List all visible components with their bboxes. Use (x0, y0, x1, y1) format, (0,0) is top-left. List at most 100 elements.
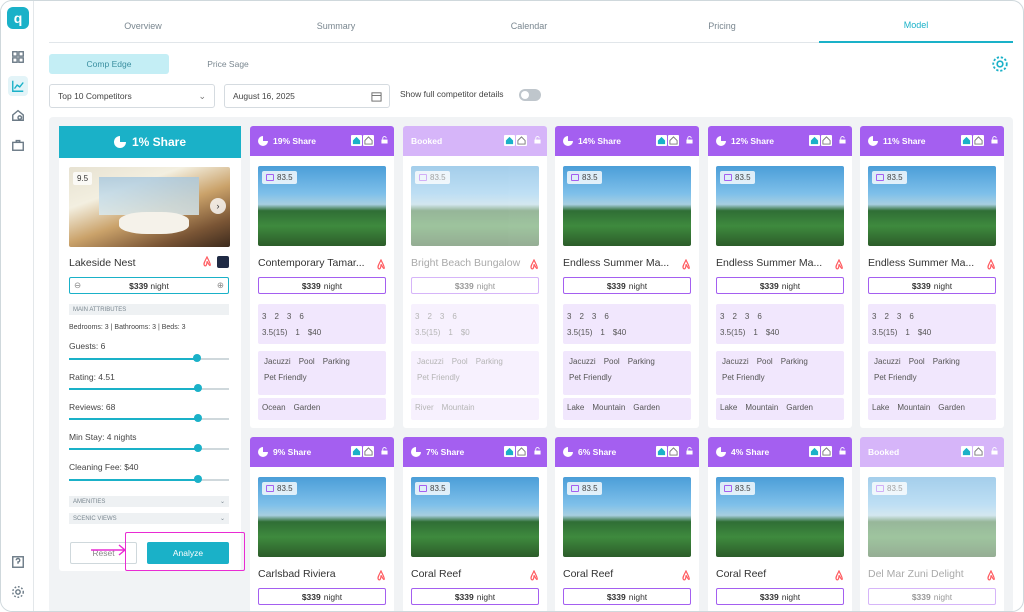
price-box: $339 night (563, 588, 691, 605)
house-outline-icon (516, 446, 527, 457)
competitors-select[interactable]: Top 10 Competitors ⌄ (49, 84, 215, 108)
lock-icon[interactable] (686, 136, 693, 144)
competitor-card[interactable]: 11% Share 83.5 Endless Summer Ma... $339 nig… (860, 126, 1004, 428)
listing-icons (351, 135, 374, 146)
score-badge: 83.5 (872, 171, 907, 184)
car-count: 3 (896, 311, 902, 321)
own-share-label: 1% Share (131, 135, 187, 149)
card-header: 19% Share (250, 126, 394, 156)
image-icon (419, 485, 427, 492)
competitor-card[interactable]: 6% Share 83.5 Coral Reef $339 night (555, 437, 699, 611)
car-count: 3 (744, 311, 750, 321)
cleaning-fee-value: $0 (460, 327, 470, 337)
lock-icon[interactable] (534, 136, 541, 144)
help-icon[interactable] (8, 552, 28, 572)
card-header: 12% Share (708, 126, 852, 156)
card-header: 9% Share (250, 437, 394, 467)
amenity-chip: Pet Friendly (874, 373, 917, 382)
competitor-card[interactable]: 4% Share 83.5 Coral Reef $339 night (708, 437, 852, 611)
house-outline-icon (973, 446, 984, 457)
price-value: $339 (454, 591, 474, 602)
tab-model[interactable]: Model (819, 9, 1013, 43)
show-details-toggle[interactable] (519, 89, 541, 101)
next-photo-icon[interactable]: › (210, 198, 226, 214)
date-picker[interactable]: August 16, 2025 (224, 84, 390, 108)
tab-calendar[interactable]: Calendar (453, 9, 605, 43)
house-icon (809, 135, 820, 146)
plus-icon[interactable]: ⊕ (217, 280, 224, 291)
competitor-card[interactable]: 14% Share 83.5 Endless Summer Ma... $339 nig… (555, 126, 699, 428)
competitor-card[interactable]: 12% Share 83.5 Endless Summer Ma... $339 nig… (708, 126, 852, 428)
scenic-views-header[interactable]: SCENIC VIEWS ⌄ (69, 513, 229, 524)
house-settings-icon[interactable] (8, 105, 28, 125)
cleaning-fee-slider[interactable] (69, 475, 229, 483)
lock-icon[interactable] (534, 447, 541, 455)
property-photo: 83.5 (716, 477, 844, 557)
guests-slider[interactable] (69, 354, 229, 362)
property-name: Carlsbad Riviera (258, 568, 336, 580)
lock-icon[interactable] (839, 447, 846, 455)
card-header: Booked (860, 437, 1004, 467)
house-icon (504, 135, 515, 146)
tab-summary[interactable]: Summary (260, 9, 412, 43)
price-value: $339 (759, 280, 779, 291)
chart-icon[interactable] (8, 76, 28, 96)
card-header: Booked (403, 126, 547, 156)
pointer-arrow-icon (91, 544, 127, 556)
property-photo: 83.5 (411, 477, 539, 557)
competitor-card[interactable]: 19% Share 83.5 Contemporary Tamar... $339 ni… (250, 126, 394, 428)
bed-count: 3 (720, 311, 725, 321)
min-stay-slider[interactable] (69, 444, 229, 452)
model-settings-icon[interactable] (991, 55, 1009, 73)
rating-value: 3.5 (415, 327, 427, 337)
guest-count: 6 (757, 311, 762, 321)
price-unit: night (323, 591, 343, 602)
review-count: (15) (578, 327, 593, 337)
scenic-box: Lake Mountain Garden (868, 398, 996, 420)
score-badge: 83.5 (262, 482, 297, 495)
scenic-chip: River (415, 403, 434, 412)
lock-icon[interactable] (686, 447, 693, 455)
lock-icon[interactable] (991, 447, 998, 455)
lock-icon[interactable] (991, 136, 998, 144)
bath-count: 2 (274, 311, 279, 321)
left-sidebar: q (1, 1, 34, 611)
grid-icon[interactable] (8, 47, 28, 67)
briefcase-icon[interactable] (8, 135, 28, 155)
competitor-card[interactable]: 9% Share 83.5 Carlsbad Riviera $339 night (250, 437, 394, 611)
subtab-price-sage[interactable]: Price Sage (168, 54, 288, 74)
property-photo: 83.5 (868, 166, 996, 246)
reviews-label: Reviews: 68 (69, 402, 116, 412)
cleaning-fee-value: $40 (765, 327, 780, 337)
minus-icon[interactable]: ⊖ (74, 280, 81, 291)
competitor-card[interactable]: Booked 83.5 Del Mar Zuni Delight $339 night (860, 437, 1004, 611)
listing-icons (961, 135, 984, 146)
amenities-header[interactable]: AMENITIES ⌄ (69, 496, 229, 507)
scenic-chip: Lake (567, 403, 585, 412)
tab-pricing[interactable]: Pricing (646, 9, 798, 43)
attribute-row: 3236 (872, 308, 992, 324)
share-label: 4% Share (731, 447, 770, 457)
own-price-unit: night (150, 280, 169, 291)
guest-count: 6 (604, 311, 609, 321)
attribute-row: 3236 (415, 308, 535, 324)
price-box: $339 night (716, 277, 844, 294)
min-stay-value: 1 (905, 327, 910, 337)
settings-icon[interactable] (8, 582, 28, 602)
property-name: Contemporary Tamar... (258, 257, 365, 269)
rating-value: 3.5 (262, 327, 274, 337)
reviews-slider[interactable] (69, 414, 229, 422)
rating-slider[interactable] (69, 384, 229, 392)
score-value: 83.5 (735, 484, 751, 493)
pie-icon (113, 136, 126, 148)
own-price-stepper[interactable]: ⊖ $339 night ⊕ (69, 277, 229, 294)
lock-icon[interactable] (839, 136, 846, 144)
house-outline-icon (363, 135, 374, 146)
tab-overview[interactable]: Overview (67, 9, 219, 43)
lock-icon[interactable] (381, 136, 388, 144)
lock-icon[interactable] (381, 447, 388, 455)
competitor-card[interactable]: 7% Share 83.5 Coral Reef $339 night (403, 437, 547, 611)
competitor-card[interactable]: Booked 83.5 Bright Beach Bungalow $339 night… (403, 126, 547, 428)
price-unit: night (933, 591, 953, 602)
subtab-comp-edge[interactable]: Comp Edge (49, 54, 169, 74)
